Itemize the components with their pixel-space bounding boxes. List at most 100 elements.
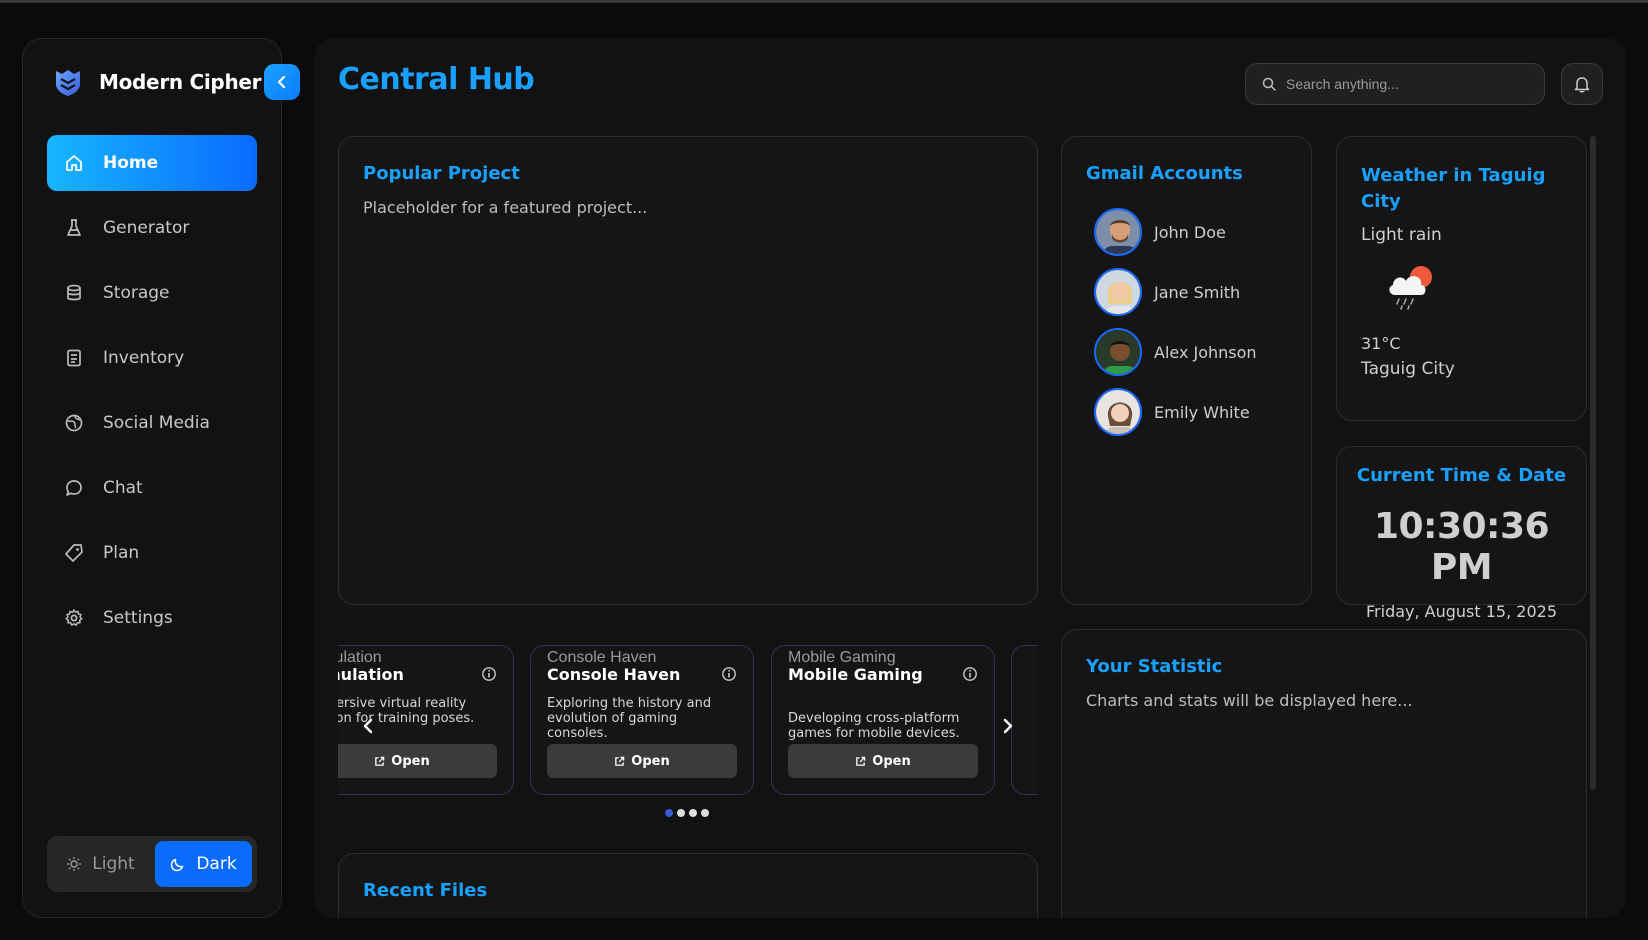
database-icon bbox=[63, 282, 85, 304]
main-panel: Central Hub Popular Project Placeholder … bbox=[314, 38, 1626, 918]
flask-icon bbox=[63, 217, 85, 239]
sidebar-nav: Home Generator Storage Inventory Social … bbox=[47, 135, 257, 655]
open-button[interactable]: Open bbox=[547, 744, 737, 778]
sidebar-item-label: Social Media bbox=[103, 413, 210, 433]
external-link-icon bbox=[856, 756, 866, 766]
dark-theme-label: Dark bbox=[196, 854, 237, 874]
search-box bbox=[1245, 63, 1545, 105]
brand-name: Modern Cipher bbox=[99, 70, 262, 94]
statistics-card: Your Statistic Charts and stats will be … bbox=[1061, 629, 1587, 918]
external-link-icon bbox=[615, 756, 625, 766]
card-title: Mobile Gaming bbox=[788, 665, 923, 684]
carousel-prev-icon[interactable] bbox=[360, 717, 378, 735]
app-window: Modern Cipher Home Generator Storage Inv… bbox=[0, 3, 1648, 940]
search-input[interactable] bbox=[1286, 76, 1526, 92]
card-image-alt: Simulation bbox=[338, 649, 382, 666]
avatar bbox=[1094, 388, 1142, 436]
info-icon[interactable] bbox=[721, 666, 737, 682]
collapse-sidebar-button[interactable] bbox=[264, 64, 300, 100]
carousel-dot[interactable] bbox=[689, 809, 697, 817]
sun-icon bbox=[67, 857, 82, 871]
open-button-label: Open bbox=[872, 753, 911, 769]
gmail-account-item[interactable]: Emily White bbox=[1086, 382, 1287, 442]
date-display: Friday, August 15, 2025 bbox=[1366, 602, 1557, 621]
project-carousel: Simulation Simulation immersive virtual … bbox=[338, 645, 1038, 795]
gmail-account-name: Jane Smith bbox=[1154, 282, 1241, 302]
sidebar-item-plan[interactable]: Plan bbox=[47, 525, 257, 581]
chevron-left-icon bbox=[277, 75, 286, 89]
popular-project-title: Popular Project bbox=[363, 163, 520, 184]
gmail-account-name: Alex Johnson bbox=[1154, 342, 1257, 362]
external-link-icon bbox=[375, 756, 385, 766]
popular-project-placeholder: Placeholder for a featured project... bbox=[363, 198, 648, 217]
search-icon bbox=[1262, 77, 1276, 91]
sidebar-item-storage[interactable]: Storage bbox=[47, 265, 257, 321]
carousel-card: Console Haven Console Haven Exploring th… bbox=[530, 645, 754, 795]
gmail-account-item[interactable]: Alex Johnson bbox=[1086, 322, 1287, 382]
weather-card: Weather in Taguig City Light rain 31°C T… bbox=[1336, 136, 1587, 421]
carousel-dot[interactable] bbox=[701, 809, 709, 817]
clock-display: 10:30:36 PM bbox=[1373, 506, 1550, 588]
chat-bubble-icon bbox=[63, 477, 85, 499]
light-theme-button[interactable]: Light bbox=[52, 841, 149, 887]
bell-icon bbox=[1574, 77, 1590, 93]
shield-logo-icon bbox=[56, 70, 80, 96]
card-title: Simulation bbox=[338, 665, 404, 684]
statistics-placeholder: Charts and stats will be displayed here.… bbox=[1086, 691, 1413, 710]
open-button[interactable]: Open bbox=[788, 744, 978, 778]
sidebar-item-chat[interactable]: Chat bbox=[47, 460, 257, 516]
avatar bbox=[1094, 268, 1142, 316]
time-date-title: Current Time & Date bbox=[1356, 465, 1567, 486]
open-button[interactable]: Open bbox=[338, 744, 497, 778]
recent-files-title: Recent Files bbox=[363, 880, 488, 901]
sidebar-item-label: Home bbox=[103, 153, 159, 173]
gmail-accounts-title: Gmail Accounts bbox=[1086, 163, 1243, 184]
sidebar: Modern Cipher Home Generator Storage Inv… bbox=[22, 38, 300, 918]
notifications-button[interactable] bbox=[1561, 63, 1603, 105]
avatar bbox=[1094, 328, 1142, 376]
avatar bbox=[1094, 208, 1142, 256]
info-icon[interactable] bbox=[962, 666, 978, 682]
sidebar-item-generator[interactable]: Generator bbox=[47, 200, 257, 256]
carousel-pagination bbox=[665, 809, 709, 817]
carousel-dot[interactable] bbox=[677, 809, 685, 817]
sidebar-item-settings[interactable]: Settings bbox=[47, 590, 257, 646]
weather-condition: Light rain bbox=[1361, 225, 1442, 245]
sidebar-item-label: Inventory bbox=[103, 348, 185, 368]
gmail-account-item[interactable]: John Doe bbox=[1086, 202, 1287, 262]
statistics-title: Your Statistic bbox=[1086, 656, 1223, 677]
weather-title: Weather in Taguig City bbox=[1361, 165, 1546, 212]
carousel-next-icon[interactable] bbox=[998, 717, 1016, 735]
popular-project-card: Popular Project Placeholder for a featur… bbox=[338, 136, 1038, 605]
home-icon bbox=[63, 152, 85, 174]
tag-icon bbox=[63, 542, 85, 564]
card-image-alt: Console Haven bbox=[547, 649, 657, 666]
carousel-dot[interactable] bbox=[665, 809, 673, 817]
gmail-account-name: John Doe bbox=[1154, 222, 1226, 242]
sidebar-item-inventory[interactable]: Inventory bbox=[47, 330, 257, 386]
time-date-card: Current Time & Date 10:30:36 PM Friday, … bbox=[1336, 446, 1587, 621]
main-scrollbar[interactable] bbox=[1590, 136, 1596, 790]
card-description: Exploring the history and evolution of g… bbox=[547, 696, 712, 741]
info-icon[interactable] bbox=[481, 666, 497, 682]
sidebar-item-social-media[interactable]: Social Media bbox=[47, 395, 257, 451]
gmail-accounts-card: Gmail Accounts John Doe Jane Smith Alex … bbox=[1061, 136, 1312, 605]
sidebar-item-label: Generator bbox=[103, 218, 190, 238]
gmail-account-name: Emily White bbox=[1154, 402, 1250, 422]
sidebar-item-home[interactable]: Home bbox=[47, 135, 257, 191]
sidebar-item-label: Chat bbox=[103, 478, 143, 498]
sidebar-item-label: Storage bbox=[103, 283, 170, 303]
open-button-label: Open bbox=[391, 753, 430, 769]
sidebar-item-label: Settings bbox=[103, 608, 173, 628]
cloud-rain-sun-icon bbox=[1389, 266, 1432, 310]
weather-temperature: 31°C bbox=[1361, 334, 1401, 353]
gmail-account-item[interactable]: Jane Smith bbox=[1086, 262, 1287, 322]
dark-theme-button[interactable]: Dark bbox=[155, 841, 252, 887]
carousel-card: Mobile Gaming Mobile Gaming Developing c… bbox=[771, 645, 995, 795]
gmail-account-item[interactable] bbox=[1086, 442, 1287, 444]
gear-icon bbox=[63, 607, 85, 629]
card-title: Console Haven bbox=[547, 665, 681, 684]
brand: Modern Cipher bbox=[53, 67, 262, 97]
open-button-label: Open bbox=[631, 753, 670, 769]
moon-icon bbox=[171, 858, 184, 872]
